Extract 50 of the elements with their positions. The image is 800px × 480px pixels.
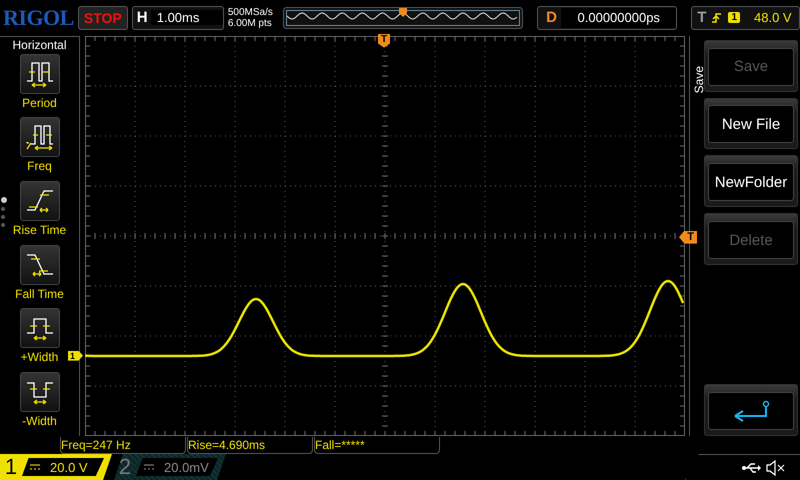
measure-label: Freq	[27, 159, 52, 174]
measure-label: Fall Time	[15, 286, 64, 301]
run-status[interactable]: STOP	[78, 6, 128, 30]
delay-panel[interactable]: D 0.00000000ps	[537, 6, 678, 30]
page-dot[interactable]	[1, 206, 5, 211]
channel-number: 1	[4, 454, 18, 480]
timebase-value: 1.00ms	[150, 10, 223, 26]
menu-title: Save	[692, 66, 706, 94]
trigger-source: 1	[728, 12, 740, 24]
trigger-level-marker[interactable]: T	[679, 230, 697, 244]
measure-button[interactable]	[20, 117, 60, 158]
menu-title: Horizontal	[12, 38, 67, 52]
page-dot[interactable]	[1, 196, 7, 203]
trigger-position-marker[interactable]: T	[378, 34, 390, 48]
softkey-button[interactable]: NewFolder	[708, 163, 794, 202]
trigger-label: T	[697, 9, 706, 26]
channel-marker[interactable]: 1	[68, 350, 83, 361]
measure-button[interactable]	[20, 244, 60, 285]
measure-label: Rise Time	[12, 223, 66, 237]
channel-number: 2	[118, 454, 132, 480]
channel-tab[interactable]: 1 20.0 V	[0, 454, 112, 480]
speaker-muted-icon	[766, 460, 786, 476]
back-button[interactable]	[708, 392, 794, 430]
delay-value: 0.00000000ps	[561, 8, 676, 28]
dc-coupling-icon	[30, 464, 40, 470]
channel-tab[interactable]: 2 20.0mV	[114, 454, 226, 480]
measure-label: -Width	[22, 414, 57, 428]
delay-label: D	[546, 9, 558, 26]
sample-rate: 500MSa/s	[228, 6, 274, 18]
measure-button[interactable]	[20, 308, 60, 348]
channel-scale: 20.0mV	[164, 460, 209, 474]
page-dot[interactable]	[1, 222, 5, 227]
channel-scale: 20.0 V	[50, 460, 88, 474]
measure-label: +Width	[20, 350, 58, 364]
horizontal-label: H	[136, 9, 149, 26]
measure-button[interactable]	[20, 372, 60, 412]
page-dot[interactable]	[1, 214, 5, 219]
dc-coupling-icon	[144, 464, 154, 470]
rising-edge-icon	[712, 10, 722, 25]
measurement-readout: Fall=*****	[314, 436, 440, 454]
trigger-panel[interactable]: T 1 48.0 V	[691, 6, 800, 30]
measure-button[interactable]	[20, 54, 60, 94]
measure-button[interactable]	[20, 181, 60, 221]
softkey-button[interactable]: New File	[708, 105, 794, 144]
usb-icon	[742, 462, 762, 474]
timebase-panel[interactable]: H 1.00ms	[132, 6, 224, 30]
memory-depth: 6.00M pts	[228, 18, 273, 29]
brand-logo: RIGOL	[3, 4, 74, 31]
measure-label: Period	[22, 96, 57, 110]
trigger-level: 48.0 V	[754, 10, 792, 26]
